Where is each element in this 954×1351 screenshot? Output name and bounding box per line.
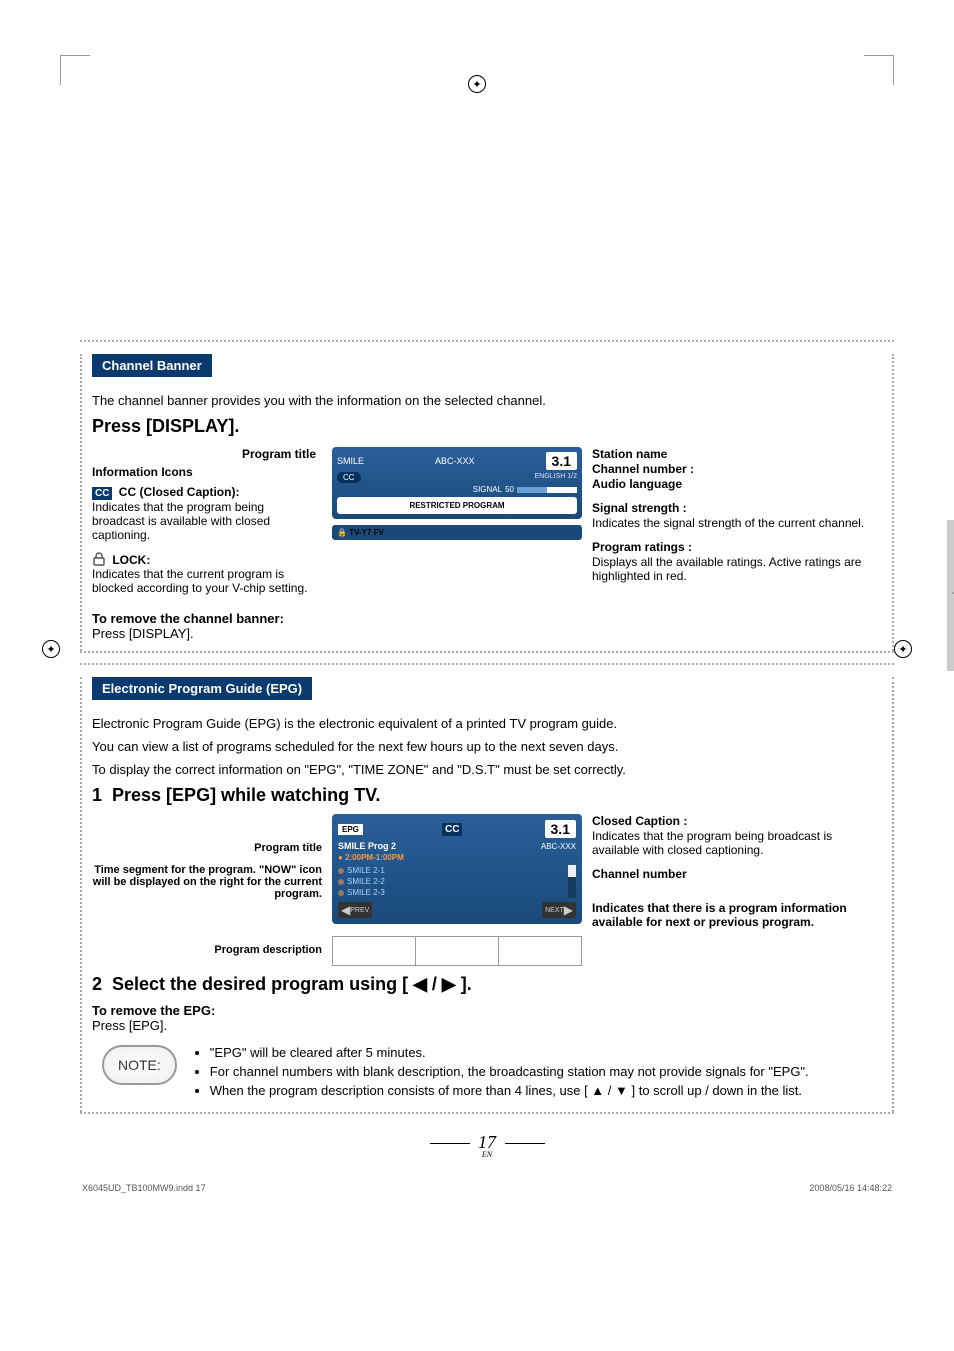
label-channel-number-epg: Channel number — [592, 867, 872, 881]
label-closed-caption: Closed Caption : — [592, 814, 872, 828]
crop-mark — [864, 55, 894, 85]
cc-closed-caption-desc: Indicates that the program being broadca… — [92, 500, 316, 542]
step-number-1: 1 — [92, 785, 102, 806]
epg-time-segment-text: 2:00PM-1:00PM — [345, 853, 404, 862]
step-2-instruction: Select the desired program using [ ◀ / ▶… — [112, 974, 472, 995]
prev-label: PREV — [350, 907, 369, 914]
channel-banner-diagram: Program title Information Icons CC CC (C… — [92, 447, 882, 603]
note-item-1: For channel numbers with blank descripti… — [210, 1064, 809, 1079]
display-button-ref: [DISPLAY] — [129, 626, 190, 641]
epg-channel-number: 3.1 — [545, 820, 576, 838]
footer-left: X6045UD_TB100MW9.indd 17 — [82, 1183, 206, 1193]
side-tab-basic-operation: Basic Operation — [947, 520, 954, 671]
label-signal-strength: Signal strength : — [592, 501, 872, 515]
banner-channel-number: 3.1 — [546, 452, 577, 470]
rating-value: TV-Y7 FV — [349, 528, 384, 537]
label-epg-program-title: Program title — [92, 842, 322, 854]
label-program-description: Program description — [92, 944, 322, 956]
section-heading-channel-banner: Channel Banner — [92, 354, 212, 377]
footer-right: 2008/05/16 14:48:22 — [809, 1183, 892, 1193]
banner-smile: SMILE — [337, 456, 364, 466]
bullet-icon — [338, 879, 344, 885]
channel-banner-intro: The channel banner provides you with the… — [92, 393, 882, 408]
cc-icon: CC — [92, 487, 112, 500]
signal-label: SIGNAL — [473, 485, 502, 494]
scrollbar — [568, 865, 576, 898]
label-program-title: Program title — [92, 447, 316, 461]
lock-icon-small: 🔒 — [337, 528, 347, 537]
epg-program-title: SMILE Prog 2 — [338, 841, 541, 851]
crop-mark — [60, 55, 90, 85]
note-item-2: When the program description consists of… — [210, 1083, 809, 1098]
epg-item-2: SMILE 2-3 — [347, 888, 385, 897]
banner-station: ABC-XXX — [435, 456, 475, 466]
prev-button: ◀PREV — [338, 902, 372, 918]
epg-section: Electronic Program Guide (EPG) Electroni… — [80, 663, 894, 1114]
registration-mark-icon — [42, 640, 60, 658]
lock-desc: Indicates that the current program is bl… — [92, 567, 316, 595]
epg-tag: EPG — [338, 824, 363, 835]
registration-mark-icon — [468, 75, 486, 93]
label-program-ratings: Program ratings : — [592, 540, 872, 554]
footer-metadata: X6045UD_TB100MW9.indd 17 2008/05/16 14:4… — [80, 1183, 894, 1193]
desc-signal-strength: Indicates the signal strength of the cur… — [592, 516, 872, 530]
label-information-icons: Information Icons — [92, 465, 316, 479]
epg-intro-3: To display the correct information on "E… — [92, 762, 882, 777]
epg-item-1: SMILE 2-2 — [347, 877, 385, 886]
label-station-name: Station name — [592, 447, 872, 461]
channel-banner-section: Channel Banner The channel banner provid… — [80, 340, 894, 653]
right-arrow-icon: ▶ — [564, 903, 573, 917]
epg-mock: EPG CC 3.1 SMILE Prog 2 ABC-XXX ● 2:00PM… — [332, 814, 582, 924]
note-item-0: "EPG" will be cleared after 5 minutes. — [210, 1045, 809, 1060]
rating-footer: 🔒 TV-Y7 FV — [332, 525, 582, 540]
label-audio-language: Audio language — [592, 477, 872, 491]
label-next-prev-info: Indicates that there is a program inform… — [592, 901, 872, 929]
channel-banner-mock: SMILE ABC-XXX 3.1 CC ENGLISH 1/2 SIGNAL … — [332, 447, 582, 519]
epg-intro-1: Electronic Program Guide (EPG) is the el… — [92, 716, 882, 731]
note-block: NOTE: "EPG" will be cleared after 5 minu… — [102, 1045, 882, 1102]
epg-intro-2: You can view a list of programs schedule… — [92, 739, 882, 754]
epg-cc-icon: CC — [442, 823, 462, 836]
label-channel-number: Channel number : — [592, 462, 872, 476]
instruction-press-display: Press [DISPLAY]. — [92, 416, 882, 437]
next-label: NEXT — [545, 907, 564, 914]
left-arrow-icon: ◀ — [341, 903, 350, 917]
section-heading-epg: Electronic Program Guide (EPG) — [92, 677, 312, 700]
page-number-suffix: EN — [80, 1150, 894, 1159]
note-badge: NOTE: — [102, 1045, 177, 1085]
signal-value: 50 — [505, 485, 514, 494]
lock-icon — [92, 552, 106, 566]
page-number-value: 17 — [478, 1132, 496, 1152]
epg-station: ABC-XXX — [541, 842, 576, 851]
bullet-icon — [338, 868, 344, 874]
restricted-program-box: RESTRICTED PROGRAM — [337, 497, 577, 514]
bullet-icon — [338, 890, 344, 896]
remove-channel-banner-action: Press [DISPLAY]. — [92, 626, 882, 641]
next-button: NEXT▶ — [542, 902, 576, 918]
desc-closed-caption: Indicates that the program being broadca… — [592, 829, 872, 857]
epg-time-segment: ● 2:00PM-1:00PM — [338, 853, 576, 862]
epg-button-ref: [EPG] — [129, 1018, 164, 1033]
registration-mark-icon — [894, 640, 912, 658]
remove-epg-action: Press [EPG]. — [92, 1018, 882, 1033]
epg-item-0: SMILE 2-1 — [347, 866, 385, 875]
epg-description-callout — [332, 936, 582, 966]
page-number: 17 EN — [80, 1132, 894, 1159]
epg-diagram: Program title Time segment for the progr… — [92, 814, 882, 966]
lock-title: LOCK: — [112, 553, 150, 567]
banner-audio-lang: ENGLISH 1/2 — [535, 473, 577, 480]
banner-cc-pill: CC — [337, 472, 361, 483]
cc-closed-caption-title: CC (Closed Caption): — [119, 485, 240, 499]
step-number-2: 2 — [92, 974, 102, 995]
step-1-instruction: Press [EPG] while watching TV. — [112, 785, 380, 806]
remove-channel-banner-title: To remove the channel banner: — [92, 611, 882, 626]
scrollbar-thumb — [568, 865, 576, 877]
remove-epg-title: To remove the EPG: — [92, 1003, 882, 1018]
desc-program-ratings: Displays all the available ratings. Acti… — [592, 555, 872, 583]
signal-bar-icon — [517, 487, 577, 493]
label-time-segment: Time segment for the program. "NOW" icon… — [92, 864, 322, 900]
